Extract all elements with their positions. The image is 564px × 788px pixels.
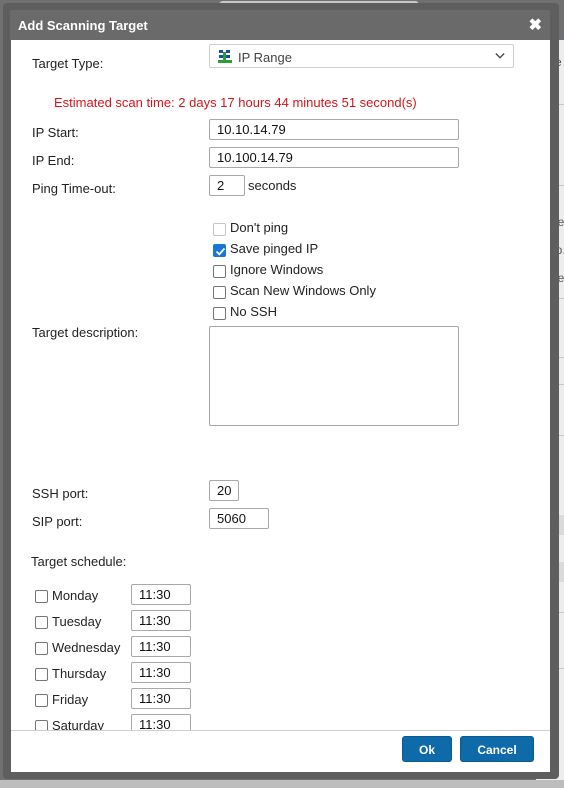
schedule-time-input[interactable]: 11:30 <box>131 662 191 683</box>
add-scanning-target-dialog: Add Scanning Target ✖ Target Type: IP Ra… <box>3 3 559 779</box>
target-schedule-label: Target schedule: <box>31 554 127 569</box>
ip-start-input[interactable]: 10.10.14.79 <box>209 119 459 140</box>
schedule-time-input[interactable]: 11:30 <box>131 610 191 631</box>
cancel-button[interactable]: Cancel <box>460 736 534 762</box>
target-type-label: Target Type: <box>32 56 104 71</box>
schedule-time-input[interactable]: 11:30 <box>131 584 191 605</box>
scan-new-windows-only-checkbox[interactable] <box>213 286 226 299</box>
dont-ping-checkbox[interactable] <box>213 223 226 236</box>
target-type-value: IP Range <box>238 50 292 65</box>
ssh-port-input[interactable]: 20 <box>209 480 239 501</box>
background-footer <box>0 780 564 788</box>
schedule-day-checkbox[interactable] <box>35 616 48 629</box>
schedule-time-input[interactable]: 11:30 <box>131 714 191 730</box>
ping-timeout-input[interactable]: 2 <box>209 175 245 196</box>
dont-ping-label: Don't ping <box>230 220 289 235</box>
schedule-day-checkbox[interactable] <box>35 694 48 707</box>
schedule-day-checkbox[interactable] <box>35 720 48 730</box>
schedule-day-label: Saturday <box>52 718 105 730</box>
ip-end-input[interactable]: 10.100.14.79 <box>209 147 459 168</box>
ip-start-label: IP Start: <box>32 125 79 140</box>
checkmark-icon <box>215 247 226 256</box>
ignore-windows-checkbox[interactable] <box>213 265 226 278</box>
schedule-day-label: Friday <box>52 692 89 707</box>
sip-port-label: SIP port: <box>32 514 83 529</box>
ok-button[interactable]: Ok <box>402 736 452 762</box>
schedule-time-input[interactable]: 11:30 <box>131 688 191 709</box>
no-ssh-checkbox[interactable] <box>213 307 226 320</box>
schedule-day-checkbox[interactable] <box>35 642 48 655</box>
schedule-day-label: Tuesday <box>52 614 102 629</box>
schedule-day-label: Monday <box>52 588 99 603</box>
chevron-down-icon <box>495 53 505 59</box>
ip-range-icon <box>218 49 232 63</box>
target-type-select[interactable]: IP Range <box>209 44 514 68</box>
ignore-windows-label: Ignore Windows <box>230 262 324 277</box>
dialog-footer: Ok Cancel <box>11 730 550 772</box>
close-icon[interactable]: ✖ <box>529 15 542 35</box>
save-pinged-ip-label: Save pinged IP <box>230 241 319 256</box>
dialog-titlebar[interactable]: Add Scanning Target ✖ <box>10 10 550 40</box>
schedule-day-checkbox[interactable] <box>35 668 48 681</box>
sip-port-input[interactable]: 5060 <box>209 508 269 529</box>
target-description-textarea[interactable] <box>209 326 459 426</box>
ssh-port-label: SSH port: <box>32 486 89 501</box>
save-pinged-ip-checkbox[interactable] <box>213 244 226 257</box>
ping-timeout-unit: seconds <box>248 178 297 193</box>
dialog-content: Target Type: IP Range Estimated scan tim… <box>11 40 550 730</box>
no-ssh-label: No SSH <box>230 304 277 319</box>
schedule-time-input[interactable]: 11:30 <box>131 636 191 657</box>
dialog-title: Add Scanning Target <box>18 18 148 33</box>
estimated-scan-time: Estimated scan time: 2 days 17 hours 44 … <box>54 95 417 110</box>
target-description-label: Target description: <box>32 325 139 340</box>
ip-end-label: IP End: <box>32 153 75 168</box>
scan-new-windows-only-label: Scan New Windows Only <box>230 283 376 298</box>
schedule-day-label: Wednesday <box>52 640 121 655</box>
schedule-day-label: Thursday <box>52 666 107 681</box>
ping-timeout-label: Ping Time-out: <box>32 181 116 196</box>
schedule-day-checkbox[interactable] <box>35 590 48 603</box>
